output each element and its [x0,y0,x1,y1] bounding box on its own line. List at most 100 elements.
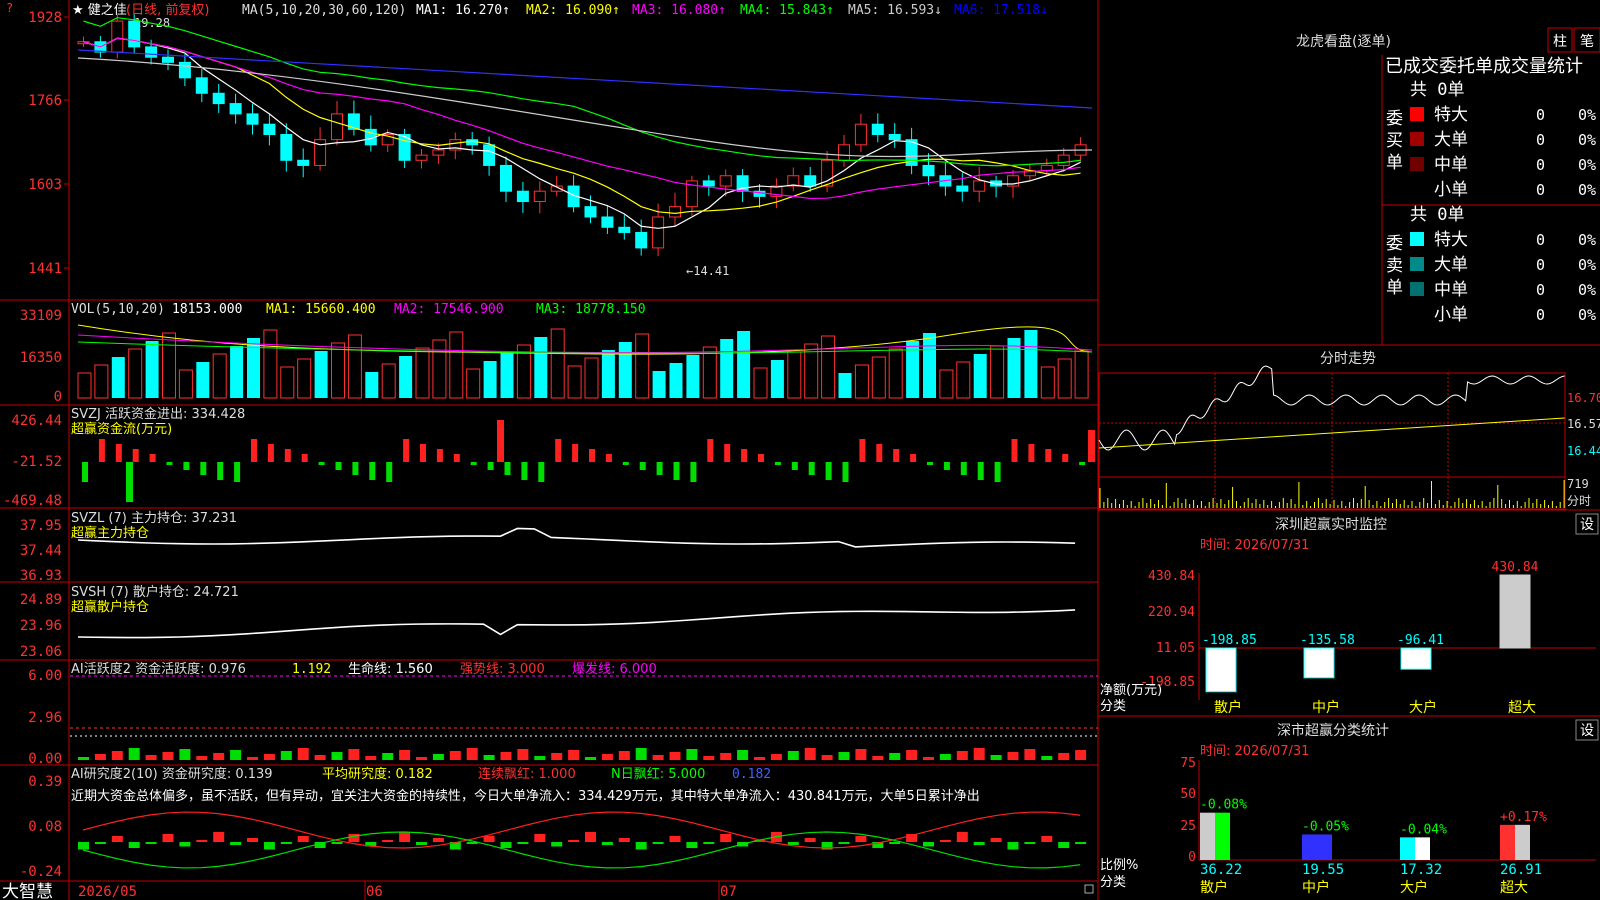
classify-ylabel: 比例% [1100,858,1138,873]
ai-research-bar [247,838,258,842]
ai-active-bar [94,754,106,760]
candle-body [922,164,935,177]
ai-research-bar [973,842,985,845]
candle-body [601,216,614,228]
volume-bar [923,333,936,398]
candle-body [195,77,208,94]
candle-body [331,113,343,141]
ai-active-bar [399,750,411,760]
order-total: 共 0单 [1410,80,1464,100]
candle-body [280,134,293,161]
ai-active-bar [855,749,867,760]
ai-active-bar [720,753,732,760]
volume-bar [652,371,666,398]
fund-flow-bar [893,449,900,462]
panel-borders [0,0,1600,900]
candle-body [500,164,512,192]
order-swatch [1410,257,1424,271]
volume-bar [787,351,802,399]
ai-research-bar [297,836,309,842]
candle-body [263,123,276,136]
lock-icon[interactable] [1084,884,1094,894]
fund-flow-bar [82,462,88,482]
fund-flow-bar [436,449,443,462]
vol-ma1: MA1: 15660.400 [266,302,376,317]
fund-flow-bar [1088,430,1095,462]
volume-bar [1074,350,1089,399]
order-swatch [1410,232,1424,246]
ma-lines [77,17,1093,229]
svzj-label: SVZJ 活跃资金进出: 334.428 [71,406,245,422]
fund-flow-bar [825,462,832,480]
ai-research-bar [551,842,563,847]
fund-flow-bar [927,462,933,465]
order-pct: 0% [1578,231,1596,249]
ai-research-bar [889,842,901,844]
classify-pct: 26.91 [1500,862,1542,878]
svsh-tick: 23.96 [20,618,62,634]
ai-active-v2: 1.192 [292,662,331,677]
price-axis: 1928 1766 1603 1441 ? [6,1,69,277]
candle-body [702,180,715,187]
classify-pct: 36.22 [1200,862,1242,878]
svzl-sub: 超赢主力持仓 [71,525,149,541]
classify-cat: 超大 [1500,880,1528,896]
volume-bar [347,334,362,399]
fund-flow-bar [572,444,579,462]
date-tick: 07 [720,884,737,900]
dragon-title: 龙虎看盘(逐单) [1296,33,1391,50]
volume-bar [77,372,92,399]
candle-body [178,61,191,79]
svzj-tick: 426.44 [11,413,62,429]
order-qty: 0 [1536,131,1545,149]
fund-flow-bar [132,449,139,462]
order-label: 大单 [1434,255,1468,275]
volume-bar [230,346,244,398]
monitor-cat: 散户 [1214,699,1242,716]
ai-research-bar [923,842,934,847]
volume-bar [821,335,836,399]
ai-research-bar [483,836,495,842]
stock-chart-canvas[interactable]: 1928 1766 1603 1441 ? ★ 健之佳 (日线, 前复权) MA… [0,0,1600,900]
ai-research-bar [804,838,816,842]
fund-flow-bar [673,462,680,480]
ai-active-bar [669,752,681,760]
volume-bar [956,361,971,399]
volume-bar [483,361,497,398]
order-swatch [1410,157,1424,171]
vol-value: 18153.000 [172,302,242,317]
intraday-panel: 分时走势 16.70 16.57 16.44 719 分时 [1098,351,1600,510]
volume-bar [94,364,109,399]
fund-flow-bar [977,462,984,480]
volume-bar [365,372,379,398]
intraday-tick: 16.70 [1567,391,1600,405]
ai-active-bar [500,752,512,760]
svzj-panel: 426.44 -21.52 -469.48 SVZJ 活跃资金进出: 334.4… [3,406,245,509]
ai-research-bar [939,840,951,842]
volume-bars [77,324,1093,399]
ai-research-bar [618,838,630,842]
ai-research-bar [432,838,444,842]
order-pct: 0% [1578,181,1596,199]
order-label: 大单 [1434,130,1468,150]
candle-body [838,144,850,161]
classify-bars: 36.22散户 -0.08% 19.55中户 -0.05% 17.32大户 -0.04% 2… [1200,798,1547,896]
volume-bar [669,363,683,398]
ai-active-bar [585,757,596,760]
fund-flow-bar [234,462,241,482]
ai-research-bar [787,842,799,845]
fund-flow-bar [910,454,917,462]
volume-bar [888,348,903,399]
fund-flow-bar [808,462,815,475]
candle-body [128,20,141,48]
fund-flow-bar [200,462,207,475]
classify-cat: 散户 [1200,879,1228,896]
fund-flow-bar [842,462,849,482]
fund-flow-bar [301,454,308,462]
candle-body [415,154,428,161]
bar-mode-label: 柱 [1553,34,1567,50]
monitor-xlabel: 分类 [1100,699,1126,714]
ai-research-bar [213,832,225,842]
intraday-vol-unit: 分时 [1567,494,1591,508]
research-green-line [82,831,1081,869]
